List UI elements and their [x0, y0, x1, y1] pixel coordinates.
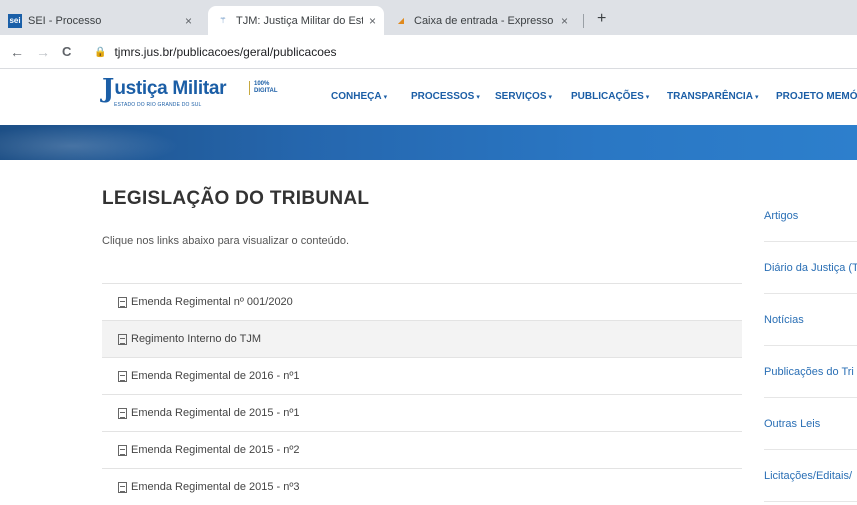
sidebar-item-artigos[interactable]: Artigos: [764, 190, 857, 242]
pdf-file-icon: [118, 444, 127, 456]
document-link[interactable]: Emenda Regimental de 2016 - nº1: [102, 357, 742, 394]
document-list: Emenda Regimental nº 001/2020 Regimento …: [102, 283, 742, 505]
document-link[interactable]: Emenda Regimental nº 001/2020: [102, 283, 742, 320]
header-banner: [0, 125, 857, 160]
caret-down-icon: ▾: [383, 94, 388, 101]
caret-down-icon: ▾: [476, 94, 480, 101]
document-link[interactable]: Emenda Regimental de 2015 - nº2: [102, 431, 742, 468]
document-title: Emenda Regimental de 2015 - nº1: [131, 407, 300, 419]
menu-servicos[interactable]: SERVIÇOS ▾: [495, 91, 552, 102]
sidebar-item-licitacoes[interactable]: Licitações/Editais/: [764, 450, 857, 502]
tjm-favicon-icon: ⚚: [219, 16, 227, 25]
document-title: Emenda Regimental nº 001/2020: [131, 296, 293, 308]
expresso-favicon-icon: ◢: [397, 16, 405, 25]
pdf-file-icon: [118, 407, 127, 419]
browser-tab-bar: sei SEI - Processo × ⚚ TJM: Justiça Mili…: [0, 0, 857, 35]
intro-text: Clique nos links abaixo para visualizar …: [102, 235, 350, 247]
tab-tjm[interactable]: ⚚ TJM: Justiça Militar do Estado do ×: [208, 6, 384, 35]
lock-icon: 🔒: [94, 46, 107, 58]
forward-arrow-icon[interactable]: →: [36, 44, 50, 60]
url-text: tjmrs.jus.br/publicacoes/geral/publicaco…: [114, 45, 337, 59]
document-link[interactable]: Emenda Regimental de 2015 - nº3: [102, 468, 742, 505]
document-title: Emenda Regimental de 2015 - nº2: [131, 444, 300, 456]
sidebar-item-publicacoes[interactable]: Publicações do Tri: [764, 346, 857, 398]
sei-favicon-icon: sei: [8, 13, 22, 28]
pdf-file-icon: [118, 296, 127, 308]
menu-processos[interactable]: PROCESSOS ▾: [411, 91, 480, 102]
main-menu: CONHEÇA ▾ PROCESSOS ▾ SERVIÇOS ▾ PUBLICAÇÕE…: [0, 91, 857, 105]
tab-title: Caixa de entrada - Expresso Livre: [414, 14, 555, 27]
tab-title: TJM: Justiça Militar do Estado do: [236, 14, 363, 27]
browser-toolbar: ← → C 🔒 tjmrs.jus.br/publicacoes/geral/p…: [0, 35, 857, 69]
menu-publicacoes[interactable]: PUBLICAÇÕES ▾: [571, 91, 649, 102]
new-tab-button[interactable]: +: [597, 10, 606, 28]
tab-expresso[interactable]: ◢ Caixa de entrada - Expresso Livre ×: [386, 6, 576, 35]
close-tab-icon[interactable]: ×: [369, 14, 376, 28]
close-tab-icon[interactable]: ×: [185, 14, 192, 28]
back-arrow-icon[interactable]: ←: [10, 44, 24, 60]
tab-sei-processo[interactable]: sei SEI - Processo ×: [0, 6, 200, 35]
menu-conheca[interactable]: CONHEÇA ▾: [331, 91, 387, 102]
pdf-file-icon: [118, 370, 127, 382]
document-title: Emenda Regimental de 2015 - nº3: [131, 481, 300, 493]
caret-down-icon: ▾: [754, 94, 759, 101]
site-header: J ustiça Militar ESTADO DO RIO GRANDE DO…: [0, 69, 857, 125]
reload-icon[interactable]: C: [62, 44, 71, 59]
tab-separator: [583, 14, 584, 28]
sidebar-item-noticias[interactable]: Notícias: [764, 294, 857, 346]
document-title: Regimento Interno do TJM: [131, 333, 262, 345]
document-link[interactable]: Emenda Regimental de 2015 - nº1: [102, 394, 742, 431]
menu-projeto-memoria[interactable]: PROJETO MEMÓR: [776, 91, 857, 102]
tab-title: SEI - Processo: [28, 14, 102, 27]
document-title: Emenda Regimental de 2016 - nº1: [131, 370, 300, 382]
document-link[interactable]: Regimento Interno do TJM: [102, 320, 742, 357]
caret-down-icon: ▾: [645, 94, 650, 101]
address-bar[interactable]: 🔒 tjmrs.jus.br/publicacoes/geral/publica…: [94, 41, 854, 63]
page-title: LEGISLAÇÃO DO TRIBUNAL: [102, 188, 370, 209]
menu-transparencia[interactable]: TRANSPARÊNCIA ▾: [667, 91, 758, 102]
close-tab-icon[interactable]: ×: [561, 14, 568, 28]
sidebar: Artigos Diário da Justiça (T Notícias Pu…: [764, 190, 857, 502]
sidebar-item-diario-justica[interactable]: Diário da Justiça (T: [764, 242, 857, 294]
pdf-file-icon: [118, 333, 127, 345]
pdf-file-icon: [118, 481, 127, 493]
caret-down-icon: ▾: [548, 94, 553, 101]
sidebar-item-outras-leis[interactable]: Outras Leis: [764, 398, 857, 450]
